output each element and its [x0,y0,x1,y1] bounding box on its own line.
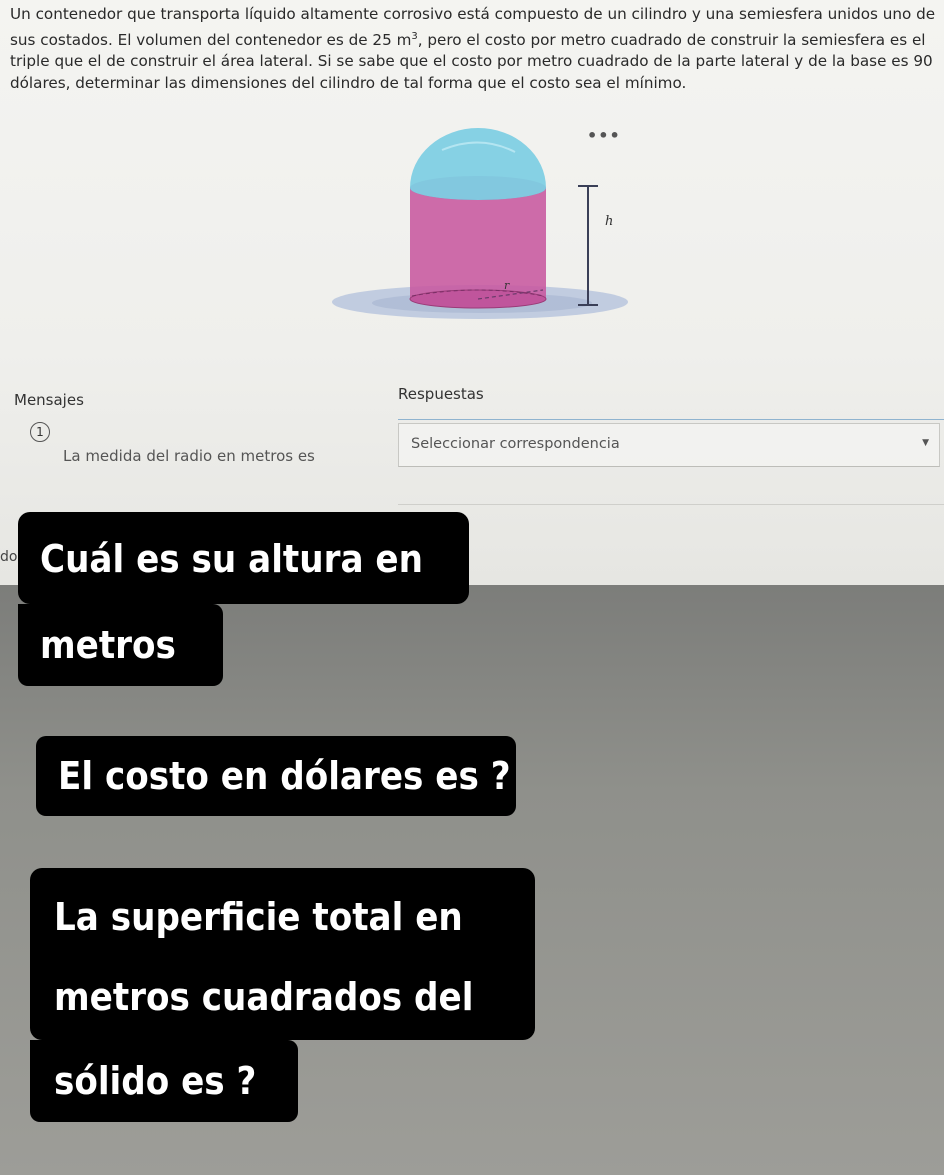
cropped-text-fragment: do [0,549,18,565]
overlay-question-surface-line3: sólido es ? [30,1040,298,1122]
overlay-question-cost: El costo en dólares es ? [36,736,516,816]
overlay-question-height-line2: metros [18,604,223,686]
hemisphere [410,128,546,200]
answer-select-placeholder: Seleccionar correspondencia [411,436,620,452]
answers-divider [398,419,944,420]
problem-line-2: sus costados. El volumen del contenedor … [10,30,926,49]
problem-line-4: dólares, determinar las dimensiones del … [10,73,687,92]
overlay-question-height-line1: Cuál es su altura en [18,512,469,604]
cylinder-body [410,188,546,298]
answers-bottom-divider [398,504,944,505]
problem-line-1: Un contenedor que transporta líquido alt… [10,5,936,23]
overlay-question-surface-line1-2: La superficie total en metros cuadrados … [30,868,535,1040]
container-figure: r h [332,128,628,319]
answers-column-header: Respuestas [398,385,484,403]
messages-column-header: Mensajes [14,391,84,409]
answer-select[interactable]: Seleccionar correspondencia ▼ [398,423,940,467]
height-label: h [605,214,613,229]
problem-statement: Un contenedor que transporta líquido alt… [10,4,938,94]
question-number-badge: 1 [30,422,50,442]
problem-line-3: triple que el de construir el área later… [10,52,933,71]
radius-label: r [504,279,510,292]
caret-down-icon[interactable]: ▼ [922,438,929,448]
question-text: La medida del radio en metros es [63,447,315,465]
